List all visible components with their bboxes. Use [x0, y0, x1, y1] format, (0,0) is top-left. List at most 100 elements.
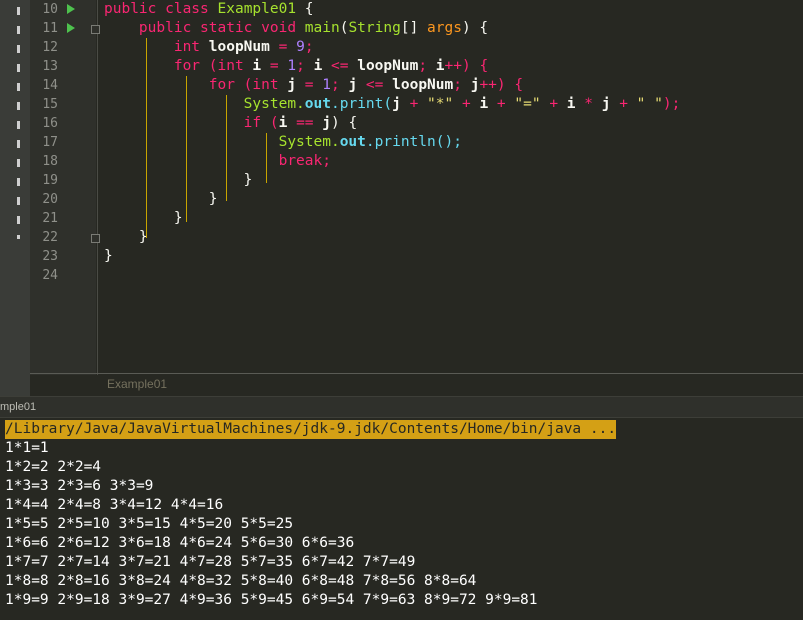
code-token: i [313, 58, 323, 74]
code-line-23[interactable]: } [104, 247, 113, 266]
code-token: { [296, 1, 314, 17]
code-token: ; [331, 77, 349, 93]
strip-mark [17, 216, 20, 224]
line-number: 21 [42, 211, 58, 226]
console-command-line: /Library/Java/JavaVirtualMachines/jdk-9.… [5, 420, 617, 439]
run-console[interactable]: /Library/Java/JavaVirtualMachines/jdk-9.… [0, 418, 803, 620]
code-line-22[interactable]: } [104, 228, 148, 247]
code-line-17[interactable]: System.out.println(); [104, 133, 462, 152]
code-token: = [261, 58, 288, 74]
strip-mark [17, 235, 20, 239]
console-output-line: 1*8=8 2*8=16 3*8=24 4*8=32 5*8=40 6*8=48… [5, 573, 477, 589]
line-number: 20 [42, 192, 58, 207]
code-token: ; [304, 39, 314, 55]
code-token: String [348, 20, 401, 36]
code-token: .print( [331, 96, 393, 112]
line-number: 13 [42, 59, 58, 74]
code-token: * [575, 96, 602, 112]
code-token: ++) { [444, 58, 489, 74]
code-line-19[interactable]: } [104, 171, 253, 190]
code-token: j [287, 77, 297, 93]
line-number: 23 [42, 249, 58, 264]
code-token: ; [296, 58, 314, 74]
code-token: break; [104, 153, 331, 169]
code-token: j [392, 96, 401, 112]
code-token: int [173, 39, 209, 55]
code-token: loopNum [208, 39, 270, 55]
strip-mark [17, 7, 20, 15]
line-number: 11 [42, 21, 58, 36]
code-editor[interactable]: 10 11 12 13 14 15 16 17 18 19 20 21 22 2… [0, 0, 803, 375]
run-panel-title[interactable]: mple01 [0, 401, 36, 413]
strip-mark [17, 121, 20, 129]
code-line-10[interactable]: public class Example01 { [104, 0, 314, 19]
run-panel-header[interactable]: mple01 [0, 396, 803, 418]
code-token: out [304, 96, 331, 112]
code-token: for ( [104, 77, 253, 93]
fold-icon[interactable] [91, 234, 100, 243]
code-token: ); [662, 96, 681, 112]
console-output-line: 1*6=6 2*6=12 3*6=18 4*6=24 5*6=30 6*6=36 [5, 535, 355, 551]
console-output-line: 1*1=1 [5, 440, 49, 456]
code-token: for ( [104, 58, 218, 74]
code-token: public static [104, 20, 262, 36]
code-line-11[interactable]: public static void main(String[] args) { [104, 19, 488, 38]
code-token: if ( [104, 115, 279, 131]
console-output-line: 1*4=4 2*4=8 3*4=12 4*4=16 [5, 497, 224, 513]
line-number: 19 [42, 173, 58, 188]
code-token: loopNum [357, 58, 419, 74]
code-token: ; [453, 77, 471, 93]
editor-breadcrumb[interactable]: Example01 [107, 377, 167, 391]
code-token: + [453, 96, 480, 112]
code-line-21[interactable]: } [104, 209, 183, 228]
line-number: 14 [42, 78, 58, 93]
line-number: 18 [42, 154, 58, 169]
code-line-14[interactable]: for (int j = 1; j <= loopNum; j++) { [104, 76, 523, 95]
code-token: "=" [514, 96, 541, 112]
left-tool-strip [0, 0, 30, 375]
code-line-18[interactable]: break; [104, 152, 331, 171]
code-token: System. [104, 96, 305, 112]
strip-mark [17, 64, 20, 72]
code-token: = [296, 77, 323, 93]
code-token: 9 [296, 39, 305, 55]
code-token: i [479, 96, 489, 112]
strip-mark [17, 102, 20, 110]
code-token: + [610, 96, 637, 112]
line-number: 10 [42, 2, 58, 17]
code-line-12[interactable]: int loopNum = 9; [104, 38, 314, 57]
code-token: Example01 [217, 1, 297, 17]
code-token: ) { [461, 20, 489, 36]
code-line-13[interactable]: for (int i = 1; i <= loopNum; i++) { [104, 57, 488, 76]
code-line-16[interactable]: if (i == j) { [104, 114, 358, 133]
code-token: i [252, 58, 262, 74]
code-token: j [322, 115, 331, 131]
code-token: = [269, 39, 297, 55]
code-token: + [400, 96, 428, 112]
run-arrow-icon[interactable] [67, 4, 75, 14]
console-output-line: 1*2=2 2*2=4 [5, 459, 102, 475]
code-token: } [104, 210, 183, 226]
code-line-20[interactable]: } [104, 190, 218, 209]
code-token: ; [418, 58, 436, 74]
fold-gutter-line [97, 0, 98, 375]
line-number: 17 [42, 135, 58, 150]
code-token: + [488, 96, 515, 112]
code-token: " " [636, 96, 663, 112]
code-token: i [566, 96, 576, 112]
console-output-line: 1*5=5 2*5=10 3*5=15 4*5=20 5*5=25 [5, 516, 294, 532]
code-line-15[interactable]: System.out.print(j + "*" + i + "=" + i *… [104, 95, 681, 114]
run-arrow-icon[interactable] [67, 23, 75, 33]
line-number: 24 [42, 268, 58, 283]
code-token: int [252, 77, 288, 93]
code-token: } [104, 172, 253, 188]
left-tool-strip-lower [0, 375, 30, 396]
code-token: 1 [322, 77, 331, 93]
strip-mark [17, 178, 20, 186]
console-output-line: 1*3=3 2*3=6 3*3=9 [5, 478, 154, 494]
fold-icon[interactable] [91, 25, 100, 34]
code-token: .println(); [365, 134, 462, 150]
code-token: <= [322, 58, 358, 74]
code-token: } [104, 229, 148, 245]
